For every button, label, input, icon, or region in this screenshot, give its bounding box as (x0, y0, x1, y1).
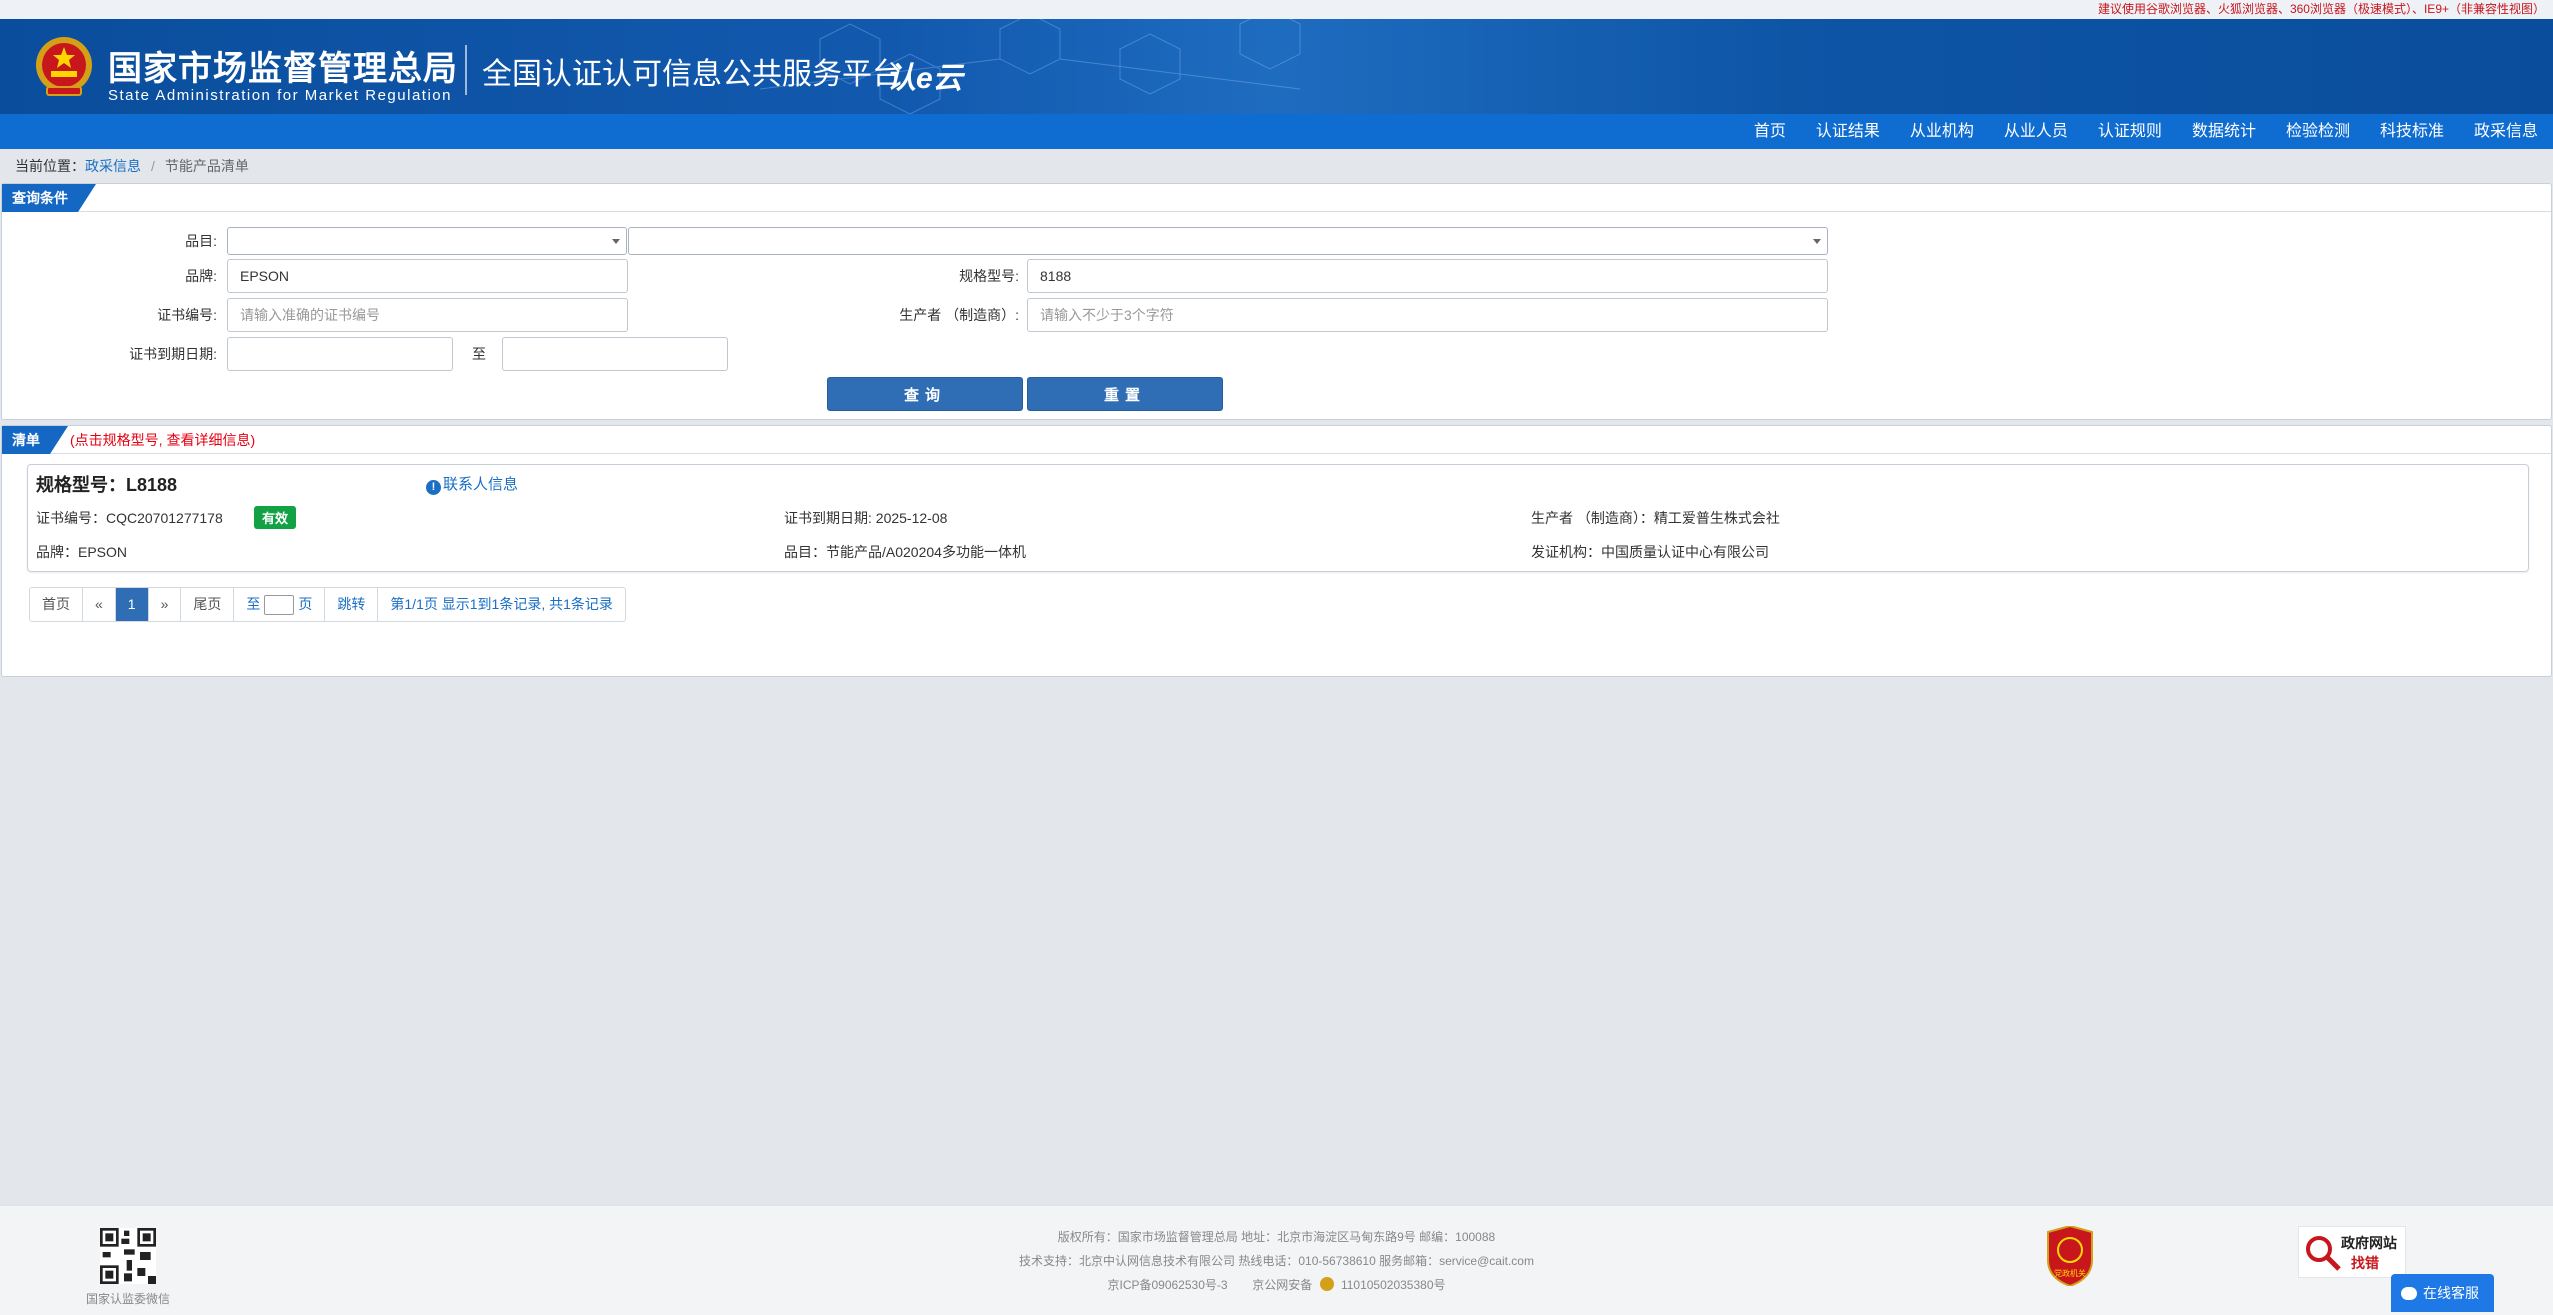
model-input[interactable] (1027, 259, 1828, 293)
breadcrumb-current: 节能产品清单 (164, 158, 249, 174)
page-last[interactable]: 尾页 (181, 588, 235, 621)
page-prev[interactable]: « (83, 588, 116, 621)
footer-icp: 京ICP备09062530号-3 京公网安备 11010502035380号 (0, 1276, 2553, 1293)
nav-procurement[interactable]: 政采信息 (2459, 114, 2553, 149)
list-tip: (点击规格型号, 查看详细信息) (70, 432, 256, 448)
query-panel: 查询条件 品目: 品牌: 规格型号: 证书编号: 生产者 （制造商）: 证书到期… (1, 183, 2552, 420)
goto-button[interactable]: 跳转 (325, 588, 379, 621)
model-link[interactable]: 规格型号：L8188 (36, 471, 177, 497)
cert-no: 证书编号：CQC20701277178 (36, 510, 223, 526)
national-emblem-icon (36, 37, 92, 96)
category-select-primary[interactable] (227, 227, 627, 255)
icp-number[interactable]: 京ICP备09062530号-3 (1107, 1278, 1227, 1292)
police-badge-icon (1319, 1277, 1334, 1291)
page-next[interactable]: » (149, 588, 182, 621)
nav-home[interactable]: 首页 (1739, 114, 1801, 149)
breadcrumb-link[interactable]: 政采信息 (85, 158, 141, 174)
chevron-down-icon (1813, 239, 1821, 244)
online-service-label: 在线客服 (2423, 1285, 2479, 1301)
footer-support: 技术支持：北京中认网信息技术有限公司 热线电话：010-56738610 服务邮… (1019, 1254, 1534, 1268)
pagination: 首页 « 1 » 尾页 至页 跳转 第1/1页 显示1到1条记录, 共1条记录 (29, 587, 626, 622)
site-header: 国家市场监督管理总局 State Administration for Mark… (0, 19, 2553, 114)
status-badge: 有效 (254, 506, 297, 529)
contact-info-label: 联系人信息 (443, 476, 519, 493)
chevron-down-icon (612, 239, 620, 244)
maker-input[interactable] (1027, 298, 1828, 332)
browser-notice: 建议使用谷歌浏览器、火狐浏览器、360浏览器（极速模式）、IE9+（非兼容性视图… (0, 0, 2553, 19)
gov-badge-title: 政府网站 (2341, 1235, 2397, 1251)
breadcrumb-prefix: 当前位置： (15, 158, 85, 174)
expire-date-label: 证书到期日期: (129, 346, 217, 362)
header-divider (465, 45, 467, 95)
chat-icon (2401, 1287, 2417, 1300)
footer-copyright: 版权所有：国家市场监督管理总局 地址：北京市海淀区马甸东路9号 邮编：10008… (1057, 1230, 1496, 1244)
query-form: 品目: 品牌: 规格型号: 证书编号: 生产者 （制造商）: 证书到期日期: 至… (2, 212, 2551, 419)
main-nav: 首页 认证结果 从业机构 从业人员 认证规则 数据统计 检验检测 科技标准 政采… (0, 114, 2553, 149)
police-record-label[interactable]: 京公网安备 (1252, 1278, 1312, 1292)
date-to-label: 至 (472, 346, 486, 362)
contact-info-link[interactable]: ! 联系人信息 (426, 473, 518, 495)
nav-institutions[interactable]: 从业机构 (1895, 114, 1989, 149)
gov-error-report-badge[interactable]: 政府网站 找错 (2298, 1226, 2406, 1278)
gov-badge-subtitle: 找错 (2351, 1255, 2379, 1271)
model-label: 规格型号: (959, 268, 1019, 284)
info-icon: ! (426, 480, 441, 495)
cert-no-input[interactable] (227, 298, 628, 332)
result-panel-header: 清单 (点击规格型号, 查看详细信息) (2, 426, 2551, 454)
list-item: 规格型号：L8188 ! 联系人信息 证书编号：CQC20701277178 有效… (27, 464, 2529, 572)
result-list: 规格型号：L8188 ! 联系人信息 证书编号：CQC20701277178 有效… (2, 454, 2551, 676)
nav-statistics[interactable]: 数据统计 (2177, 114, 2271, 149)
category-label: 品目: (185, 233, 217, 249)
online-service-button[interactable]: 在线客服 (2391, 1274, 2494, 1312)
nav-cert-results[interactable]: 认证结果 (1801, 114, 1895, 149)
search-button[interactable]: 查询 (827, 377, 1023, 411)
goto-prefix: 至 (246, 596, 261, 612)
page-goto: 至页 (234, 588, 326, 621)
page-summary: 第1/1页 显示1到1条记录, 共1条记录 (390, 596, 613, 612)
brand-input[interactable] (227, 259, 628, 293)
party-gov-text: 党政机关 (2054, 1268, 2086, 1278)
expire-date-from[interactable] (227, 337, 453, 371)
renyun-logo: 认e云 (886, 62, 963, 95)
maker-label: 生产者 （制造商）: (899, 307, 1019, 323)
goto-page-input[interactable] (264, 595, 295, 616)
site-footer: 国家认监委微信 版权所有：国家市场监督管理总局 地址：北京市海淀区马甸东路9号 … (0, 1205, 2553, 1315)
nav-standards[interactable]: 科技标准 (2365, 114, 2459, 149)
cert-no-label: 证书编号: (157, 307, 217, 323)
party-gov-badge-icon[interactable]: 党政机关 (2044, 1226, 2096, 1286)
issuer: 发证机构：中国质量认证中心有限公司 (1531, 544, 1769, 560)
magnifier-icon (2306, 1236, 2341, 1271)
category: 品目：节能产品/A020204多功能一体机 (784, 544, 1026, 560)
nav-inspection[interactable]: 检验检测 (2271, 114, 2365, 149)
query-tag: 查询条件 (2, 184, 96, 212)
page-first[interactable]: 首页 (30, 588, 83, 621)
page-current[interactable]: 1 (115, 588, 149, 621)
nav-cert-rules[interactable]: 认证规则 (2083, 114, 2177, 149)
org-name-en: State Administration for Market Regulati… (108, 87, 452, 104)
expire-date-to[interactable] (502, 337, 728, 371)
expire-date: 证书到期日期: 2025-12-08 (784, 510, 948, 526)
brand: 品牌：EPSON (36, 544, 128, 560)
platform-title: 全国认证认可信息公共服务平台 (482, 58, 902, 91)
list-tag: 清单 (2, 426, 68, 454)
category-select-secondary[interactable] (628, 227, 1828, 255)
breadcrumb-separator: / (151, 158, 155, 174)
reset-button[interactable]: 重置 (1027, 377, 1223, 411)
goto-suffix: 页 (298, 596, 313, 612)
query-panel-header: 查询条件 (2, 184, 2551, 212)
police-record-number[interactable]: 11010502035380号 (1341, 1278, 1446, 1292)
brand-label: 品牌: (185, 268, 217, 284)
org-name-cn: 国家市场监督管理总局 (108, 50, 458, 88)
breadcrumb: 当前位置：政采信息 / 节能产品清单 (0, 149, 2553, 183)
result-panel: 清单 (点击规格型号, 查看详细信息) 规格型号：L8188 ! 联系人信息 证书… (1, 425, 2552, 677)
maker: 生产者 （制造商）：精工爱普生株式会社 (1531, 510, 1780, 526)
nav-personnel[interactable]: 从业人员 (1989, 114, 2083, 149)
